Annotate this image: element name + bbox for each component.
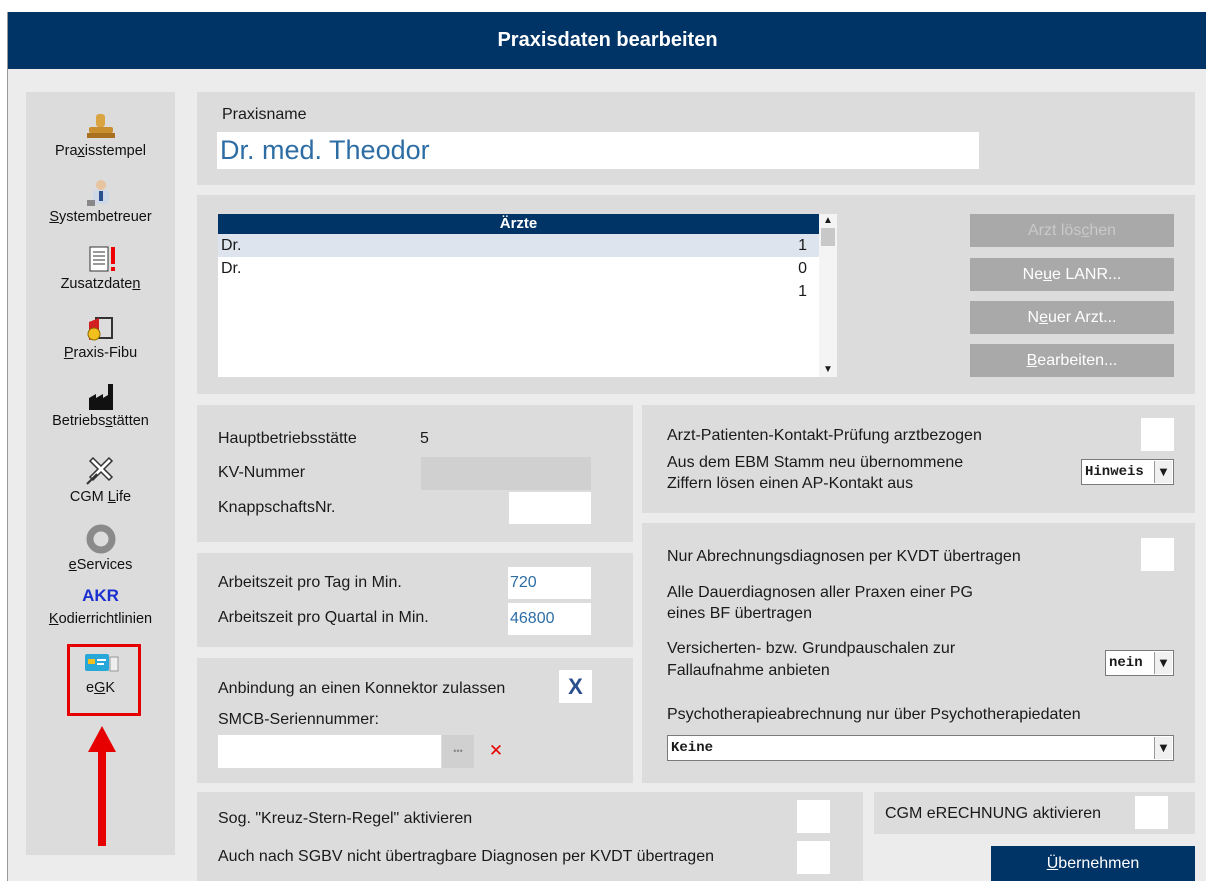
table-row[interactable]: Dr. 1 (218, 234, 819, 257)
cgm-life-icon (81, 454, 121, 486)
chevron-down-icon: ▼ (1154, 461, 1172, 483)
sgbv-checkbox[interactable] (797, 841, 830, 874)
akr-icon: AKR (82, 586, 119, 605)
sidebar-item-label: eGK (85, 680, 116, 696)
kv-nummer-field (421, 457, 591, 490)
sidebar-item-label: eServices (68, 557, 133, 573)
ring-icon (81, 524, 121, 554)
sidebar-item-label: Praxisstempel (54, 143, 147, 159)
praxisname-panel: Praxisname Dr. med. Theodor (197, 92, 1195, 185)
ebm-dropdown[interactable]: Hinweis ▼ (1081, 459, 1174, 485)
pauschalen-dropdown[interactable]: nein ▼ (1105, 650, 1174, 676)
sidebar: Praxisstempel Systembetreuer Zusatzdaten… (26, 92, 175, 855)
sidebar-item-systembetreuer[interactable]: Systembetreuer (26, 178, 175, 225)
apply-button[interactable]: Übernehmen (991, 846, 1195, 881)
kreuz-stern-label: Sog. "Kreuz-Stern-Regel" aktivieren (218, 810, 473, 827)
kv-nummer-label: KV-Nummer (218, 464, 306, 481)
new-doctor-button[interactable]: Ne uer Arzt... (970, 301, 1174, 334)
clear-icon[interactable]: ✕ (486, 737, 506, 765)
sidebar-item-betriebsstaetten[interactable]: Betriebsstätten (26, 382, 175, 429)
konnektor-panel: Anbindung an einen Konnektor zulassen X … (197, 658, 633, 783)
doctors-panel: Ärzte Dr. 1 Dr. 0 1 ▲ ▼ Arzt lös c hen Ne u… (197, 195, 1195, 394)
sidebar-item-kodierrichtlinien[interactable]: AKR Kodierrichtlinien (26, 586, 175, 627)
smcb-input[interactable] (218, 735, 441, 768)
arbeitszeit-panel: Arbeitszeit pro Tag in Min. 720 Arbeitsz… (197, 553, 633, 647)
technician-icon (81, 178, 121, 206)
ap-pruefung-label: Arzt-Patienten-Kontakt-Prüfung arztbezog… (667, 427, 982, 444)
sidebar-item-eservices[interactable]: eServices (26, 524, 175, 573)
delete-doctor-button[interactable]: Arzt lös c hen (970, 214, 1174, 247)
arbeitszeit-quartal-label: Arbeitszeit pro Quartal in Min. (218, 609, 429, 626)
erechnung-checkbox[interactable] (1135, 796, 1168, 829)
sidebar-item-egk[interactable]: eGK (26, 651, 175, 696)
chevron-up-icon[interactable]: ▲ (819, 214, 837, 228)
sidebar-item-label: Zusatzdaten (60, 276, 141, 292)
sidebar-item-label: CGM Life (69, 489, 132, 505)
table-row[interactable]: 1 (218, 280, 819, 303)
praxisname-label: Praxisname (222, 106, 307, 123)
ap-kontakt-panel: Arzt-Patienten-Kontakt-Prüfung arztbezog… (642, 405, 1195, 513)
betriebsstaette-panel: Hauptbetriebsstätte 5 KV-Nummer Knappsch… (197, 405, 633, 542)
konnektor-allow-label: Anbindung an einen Konnektor zulassen (218, 680, 506, 697)
arbeitszeit-tag-label: Arbeitszeit pro Tag in Min. (218, 574, 402, 591)
accounting-book-icon (81, 314, 121, 342)
dialog-window: Praxisdaten bearbeiten Praxisstempel Sys… (7, 12, 1206, 881)
smcb-label: SMCB-Seriennummer: (218, 711, 379, 728)
ebm-label-line2: Ziffern lösen einen AP-Kontakt aus (667, 475, 914, 492)
arbeitszeit-quartal-input[interactable]: 46800 (508, 603, 591, 635)
hauptbetriebsstaette-value: 5 (420, 430, 429, 447)
stamp-icon (81, 112, 121, 140)
document-exclamation-icon (81, 245, 121, 273)
psychotherapie-dropdown[interactable]: Keine ▼ (667, 735, 1174, 761)
new-lanr-button[interactable]: Ne u e LANR... (970, 258, 1174, 291)
doctors-list-header: Ärzte (218, 214, 819, 234)
diagnose-rules-panel: Sog. "Kreuz-Stern-Regel" aktivieren Auch… (197, 792, 863, 881)
ebm-label-line1: Aus dem EBM Stamm neu übernommene (667, 454, 964, 471)
health-card-icon (81, 651, 121, 677)
arbeitszeit-tag-input[interactable]: 720 (508, 567, 591, 599)
dauerdiagnosen-label-line2: eines BF übertragen (667, 605, 812, 622)
praxisname-input[interactable]: Dr. med. Theodor (217, 132, 979, 169)
browse-button[interactable]: ••• (442, 735, 474, 768)
pauschalen-label-line1: Versicherten- bzw. Grundpauschalen zur (667, 640, 956, 657)
chevron-down-icon: ▼ (1154, 737, 1172, 759)
edit-button[interactable]: Bearbeiten... (970, 344, 1174, 377)
scroll-thumb[interactable] (821, 228, 835, 246)
erechnung-label: CGM eRECHNUNG aktivieren (885, 805, 1102, 822)
sidebar-item-zusatzdaten[interactable]: Zusatzdaten (26, 245, 175, 292)
sidebar-item-label: Betriebsstätten (52, 413, 149, 429)
erechnung-panel: CGM eRECHNUNG aktivieren (874, 792, 1195, 834)
dauerdiagnosen-label-line1: Alle Dauerdiagnosen aller Praxen einer P… (667, 584, 973, 601)
sidebar-item-cgm-life[interactable]: CGM Life (26, 454, 175, 505)
chevron-down-icon: ▼ (1154, 652, 1172, 674)
sidebar-item-label: Praxis-Fibu (63, 345, 138, 361)
psychotherapie-label: Psychotherapieabrechnung nur über Psycho… (667, 706, 1081, 723)
red-arrow-icon (88, 726, 116, 846)
sgbv-label: Auch nach SGBV nicht übertragbare Diagno… (218, 848, 714, 865)
kvdt-panel: Nur Abrechnungsdiagnosen per KVDT übertr… (642, 523, 1195, 783)
sidebar-item-label: Kodierrichtlinien (48, 611, 153, 627)
knappschaftsnr-label: KnappschaftsNr. (218, 499, 336, 516)
hauptbetriebsstaette-label: Hauptbetriebsstätte (218, 430, 357, 447)
chevron-down-icon[interactable]: ▼ (819, 363, 837, 377)
ap-pruefung-checkbox[interactable] (1141, 418, 1174, 451)
abrechnungsdiagnosen-checkbox[interactable] (1141, 538, 1174, 571)
sidebar-item-label: Systembetreuer (49, 209, 152, 225)
doctors-list[interactable]: Ärzte Dr. 1 Dr. 0 1 ▲ ▼ (218, 214, 837, 377)
sidebar-item-praxisstempel[interactable]: Praxisstempel (26, 112, 175, 159)
factory-icon (81, 382, 121, 410)
table-row[interactable]: Dr. 0 (218, 257, 819, 280)
konnektor-allow-checkbox[interactable]: X (559, 670, 592, 703)
kreuz-stern-checkbox[interactable] (797, 800, 830, 833)
knappschaftsnr-input[interactable] (509, 492, 591, 524)
dialog-title: Praxisdaten bearbeiten (8, 12, 1206, 69)
pauschalen-label-line2: Fallaufnahme anbieten (667, 662, 830, 679)
abrechnungsdiagnosen-label: Nur Abrechnungsdiagnosen per KVDT übertr… (667, 548, 1021, 565)
sidebar-item-praxis-fibu[interactable]: Praxis-Fibu (26, 314, 175, 361)
doctors-scrollbar[interactable]: ▲ ▼ (819, 214, 837, 377)
